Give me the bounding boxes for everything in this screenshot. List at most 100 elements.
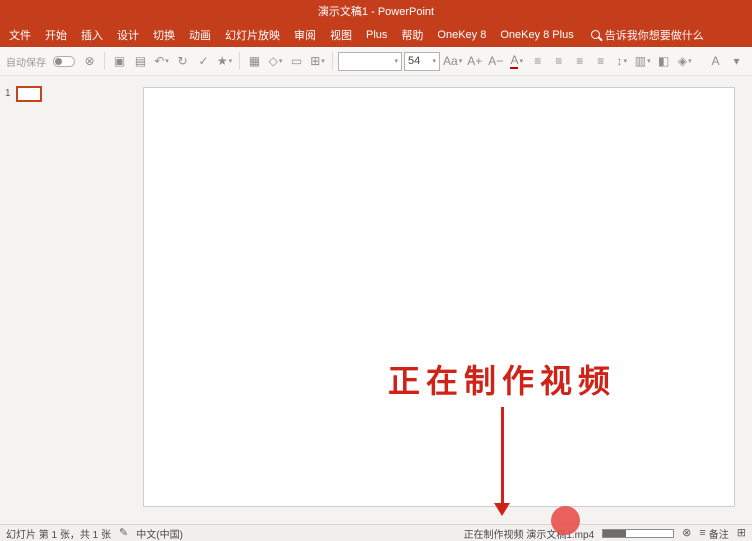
window-title: 演示文稿1 - PowerPoint — [318, 3, 434, 19]
tab-home[interactable]: 开始 — [38, 22, 74, 47]
font-color-icon: A — [510, 54, 518, 69]
dropdown-caret-icon: ▾ — [321, 58, 325, 65]
justify-icon: ≡ — [597, 55, 604, 67]
arrange-button[interactable]: ◧ — [654, 50, 673, 72]
save-icon: ▣ — [114, 55, 125, 67]
more-commands-button[interactable]: ▾ — [727, 50, 746, 72]
tab-animations[interactable]: 动画 — [182, 22, 218, 47]
align-left-icon: ≡ — [534, 55, 541, 67]
spelling-icon: ✓ — [198, 55, 208, 67]
tab-slideshow[interactable]: 幻灯片放映 — [218, 22, 287, 47]
autosave-off-icon: ⊗ — [84, 55, 94, 67]
slide-thumbnail-number: 1 — [5, 88, 11, 99]
combo-caret-icon: ▾ — [432, 57, 436, 65]
tab-transitions[interactable]: 切换 — [146, 22, 182, 47]
undo-icon: ↶ — [154, 55, 164, 67]
annotation-highlight-circle — [551, 506, 580, 535]
tab-insert[interactable]: 插入 — [74, 22, 110, 47]
title-bar: 演示文稿1 - PowerPoint — [0, 0, 752, 22]
more-commands-caret-icon: ▾ — [733, 55, 739, 67]
language-indicator[interactable]: 中文(中国) — [136, 526, 183, 541]
redo-button[interactable]: ↻ — [173, 50, 192, 72]
align-right-icon: ≡ — [576, 55, 583, 67]
search-icon — [591, 30, 600, 39]
align-center-button[interactable]: ≡ — [549, 50, 568, 72]
autosave-off-button[interactable]: ⊗ — [80, 50, 99, 72]
columns-button[interactable]: ▥▾ — [633, 50, 652, 72]
normal-view-icon[interactable]: ⊞ — [737, 528, 746, 539]
font-icon: A — [711, 55, 719, 67]
slide-canvas[interactable] — [143, 87, 735, 507]
favorites-button[interactable]: ★▾ — [215, 50, 234, 72]
align-right-button[interactable]: ≡ — [570, 50, 589, 72]
insert-text-box-button[interactable]: ▭ — [287, 50, 306, 72]
tab-help[interactable]: 帮助 — [394, 22, 430, 47]
insert-picture-button[interactable]: ▦ — [245, 50, 264, 72]
autosave-toggle[interactable] — [53, 56, 75, 67]
combo-caret-icon: ▾ — [394, 57, 398, 65]
export-progress-bar — [602, 529, 674, 538]
cancel-export-icon[interactable]: ⊗ — [682, 528, 691, 539]
dropdown-caret-icon: ▾ — [229, 58, 233, 65]
favorites-icon: ★ — [217, 55, 228, 67]
tab-onekey8[interactable]: OneKey 8 — [430, 22, 493, 47]
tab-view[interactable]: 视图 — [323, 22, 359, 47]
annotation-arrow-line — [501, 407, 504, 505]
insert-table-button[interactable]: ⊞▾ — [308, 50, 327, 72]
autosave-label: 自动保存 — [6, 54, 46, 69]
proofing-icon[interactable]: ✎ — [119, 528, 128, 539]
progress-fill — [603, 530, 625, 537]
tab-review[interactable]: 审阅 — [287, 22, 323, 47]
increase-font-size-button[interactable]: A+ — [465, 50, 484, 72]
line-spacing-button[interactable]: ↕▾ — [612, 50, 631, 72]
notes-button[interactable]: ≡ 备注 — [699, 526, 728, 541]
quick-access-toolbar: 自动保存 ⊗ ▣ ▤ ↶▾ ↻ ✓ ★▾ ▦ ◇▾ ▭ ⊞▾ ▾ 54▾ Aa▾… — [0, 47, 752, 76]
save-as-icon: ▤ — [135, 55, 146, 67]
quick-styles-icon: ◈ — [678, 55, 687, 67]
dropdown-caret-icon: ▾ — [165, 58, 169, 65]
tell-me-search[interactable]: 告诉我你想要做什么 — [591, 27, 704, 43]
font-dialog-button[interactable]: A — [706, 50, 725, 72]
save-as-button[interactable]: ▤ — [131, 50, 150, 72]
line-spacing-icon: ↕ — [616, 55, 622, 67]
notes-icon: ≡ — [699, 528, 705, 539]
insert-shapes-button[interactable]: ◇▾ — [266, 50, 285, 72]
tab-onekey8plus[interactable]: OneKey 8 Plus — [493, 22, 580, 47]
dropdown-caret-icon: ▾ — [647, 58, 651, 65]
dropdown-caret-icon: ▾ — [623, 58, 627, 65]
columns-icon: ▥ — [635, 55, 646, 67]
powerpoint-window: 演示文稿1 - PowerPoint 文件 开始 插入 设计 切换 动画 幻灯片… — [0, 0, 752, 541]
divider — [239, 52, 240, 70]
slide-indicator[interactable]: 幻灯片 第 1 张，共 1 张 — [6, 526, 111, 541]
text-box-icon: ▭ — [291, 55, 302, 67]
picture-icon: ▦ — [249, 55, 260, 67]
dropdown-caret-icon: ▾ — [279, 58, 283, 65]
dropdown-caret-icon: ▾ — [519, 58, 523, 65]
annotation-callout-text: 正在制作视频 — [388, 356, 616, 402]
justify-button[interactable]: ≡ — [591, 50, 610, 72]
tab-design[interactable]: 设计 — [110, 22, 146, 47]
spelling-button[interactable]: ✓ — [194, 50, 213, 72]
divider — [332, 52, 333, 70]
increase-font-size-icon: A+ — [467, 55, 482, 67]
tab-plus[interactable]: Plus — [359, 22, 394, 47]
shapes-icon: ◇ — [269, 55, 278, 67]
divider — [104, 52, 105, 70]
font-color-button[interactable]: A▾ — [507, 50, 526, 72]
slide-thumbnail[interactable] — [16, 86, 42, 102]
font-name-combo[interactable]: ▾ — [338, 52, 402, 71]
redo-icon: ↻ — [177, 55, 187, 67]
ribbon-tab-bar: 文件 开始 插入 设计 切换 动画 幻灯片放映 审阅 视图 Plus 帮助 On… — [0, 22, 752, 47]
font-size-value: 54 — [408, 55, 420, 67]
arrange-icon: ◧ — [658, 55, 669, 67]
font-size-combo[interactable]: 54 ▾ — [404, 52, 440, 71]
save-button[interactable]: ▣ — [110, 50, 129, 72]
change-case-button[interactable]: Aa▾ — [442, 50, 463, 72]
tab-file[interactable]: 文件 — [2, 22, 38, 47]
dropdown-caret-icon: ▾ — [459, 58, 463, 65]
decrease-font-size-button[interactable]: A− — [486, 50, 505, 72]
table-icon: ⊞ — [310, 55, 320, 67]
quick-styles-button[interactable]: ◈▾ — [675, 50, 694, 72]
align-left-button[interactable]: ≡ — [528, 50, 547, 72]
undo-button[interactable]: ↶▾ — [152, 50, 171, 72]
